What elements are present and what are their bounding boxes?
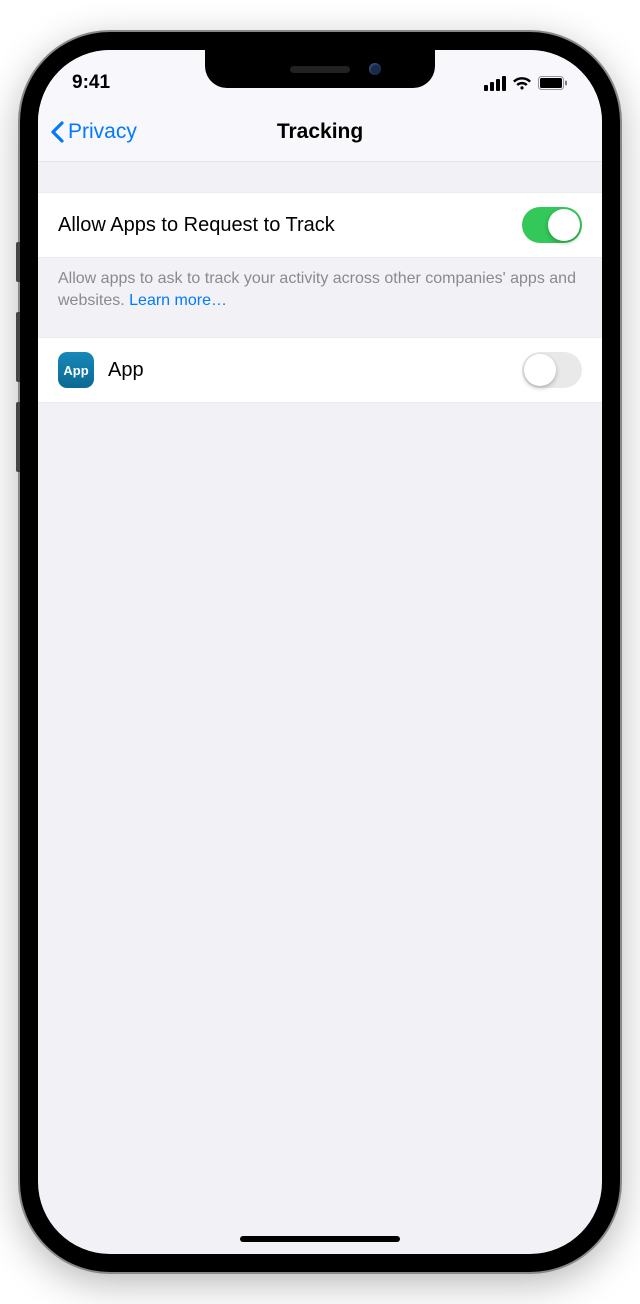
- home-indicator[interactable]: [240, 1236, 400, 1242]
- back-label: Privacy: [68, 120, 137, 144]
- back-button[interactable]: Privacy: [50, 120, 137, 144]
- wifi-icon: [512, 76, 532, 91]
- page-title: Tracking: [277, 120, 363, 144]
- cellular-icon: [484, 76, 506, 91]
- nav-bar: Privacy Tracking: [38, 102, 602, 162]
- app-tracking-toggle[interactable]: [522, 352, 582, 388]
- status-time: 9:41: [72, 72, 110, 94]
- app-name: App: [108, 359, 522, 382]
- notch: [205, 50, 435, 88]
- allow-tracking-toggle[interactable]: [522, 207, 582, 243]
- app-tracking-cell: App App: [38, 337, 602, 403]
- allow-tracking-label: Allow Apps to Request to Track: [58, 214, 522, 237]
- phone-frame: 9:41 Privacy Tracking All: [20, 32, 620, 1272]
- chevron-left-icon: [50, 121, 64, 143]
- battery-icon: [538, 76, 568, 90]
- learn-more-link[interactable]: Learn more…: [129, 292, 227, 309]
- app-icon: App: [58, 352, 94, 388]
- allow-tracking-cell: Allow Apps to Request to Track: [38, 192, 602, 258]
- tracking-footer: Allow apps to ask to track your activity…: [38, 258, 602, 337]
- screen: 9:41 Privacy Tracking All: [38, 50, 602, 1254]
